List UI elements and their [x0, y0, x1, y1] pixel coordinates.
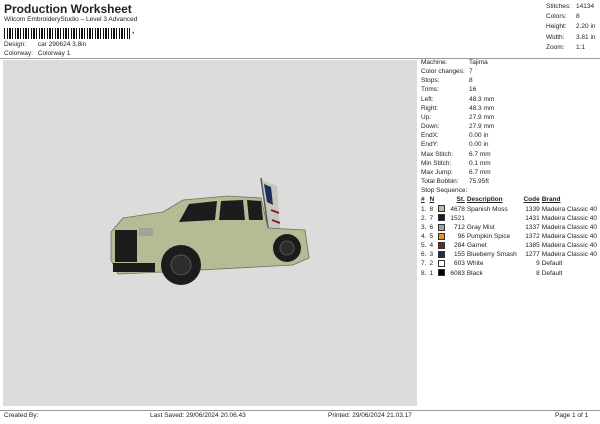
stop-sequence-row: 3. 6 712 Gray Mist 1337 Madeira Classic 40	[421, 223, 597, 231]
colorway-row: Colorway: Colorway 1	[4, 50, 70, 57]
machine-info-row: Trims: 16	[421, 86, 477, 94]
stop-sequence-header: # N St. Description Code Brand	[421, 196, 561, 204]
machine-info-row: Machine: Tajima	[421, 59, 488, 66]
last-saved: Last Saved: 29/06/2024 20.06.43	[150, 412, 246, 419]
stop-sequence-row: 7. 2 603 White 9 Default	[421, 260, 563, 268]
machine-info-row: Max Stitch: 6.7 mm	[421, 150, 491, 158]
colorway-label: Colorway:	[4, 50, 33, 57]
machine-info-row: Up: 27.9 mm	[421, 113, 495, 121]
printed-date: Printed: 29/06/2024 21.03.17	[328, 412, 412, 419]
stat-row: Colors: 8	[546, 13, 580, 21]
stop-sequence-row: 1. 8 4678 Spanish Moss 1339 Madeira Classic 4…	[421, 205, 597, 213]
stop-sequence-row: 5. 4 284 Garnet 1385 Madeira Classic 40	[421, 241, 597, 250]
color-swatch	[437, 241, 445, 249]
stop-sequence-row: 4. 5 96 Pumpkin Spice 1372 Madeira Classic 40	[421, 232, 597, 240]
design-label: Design:	[4, 41, 27, 48]
truck-embroidery-image	[110, 177, 310, 285]
machine-info-row: EndX: 0.00 in	[421, 132, 489, 140]
stop-sequence-label: Stop Sequence:	[421, 187, 468, 195]
stop-sequence-row: 6. 3 155 Blueberry Smash 1277 Madeira Classic…	[421, 251, 597, 259]
design-row: Design: car 290624 3,8in	[4, 41, 86, 48]
design-stats: Stitches: 14134 Colors: 8 Height: 2.20 in W…	[546, 2, 596, 53]
color-swatch	[437, 251, 445, 259]
stat-row: Stitches: 14134	[546, 3, 595, 10]
color-swatch	[437, 223, 445, 231]
machine-info-row: Min Stitch: 0.1 mm	[421, 159, 491, 167]
machine-info-row: Total Bobbin: 75.95ft	[421, 178, 489, 186]
design-value: car 290624 3,8in	[37, 41, 87, 48]
stat-row: Height: 2.20 in	[546, 23, 596, 31]
stat-row: Zoom: 1:1	[546, 43, 586, 51]
color-swatch	[437, 205, 445, 213]
machine-info-panel: Machine: Tajima Color changes: 7 Stops: 8 Trim…	[421, 58, 597, 278]
machine-info-row: Left: 48.3 mm	[421, 95, 495, 103]
page-number: Page 1 of 1	[555, 412, 589, 419]
stop-sequence-row: 2. 7 1521 1431 Madeira Classic 40	[421, 214, 597, 222]
footer-divider	[0, 410, 600, 411]
color-swatch	[437, 260, 445, 268]
machine-info-row: EndY: 0.00 in	[421, 141, 489, 149]
stop-sequence-table: # N St. Description Code Brand 1. 8 4678 Sp…	[421, 195, 597, 277]
machine-info-row: Max Jump: 6.7 mm	[421, 168, 491, 176]
colorway-value: Colorway 1	[37, 50, 71, 57]
barcode-mark: ,	[132, 26, 135, 35]
barcode	[4, 26, 131, 39]
created-by: Created By:	[4, 412, 39, 419]
page-title: Production Worksheet	[4, 2, 132, 16]
machine-info-row: Down: 27.9 mm	[421, 123, 495, 131]
design-preview	[3, 60, 417, 406]
stat-row: Width: 3.81 in	[546, 33, 596, 41]
stop-sequence-row: 8. 1 6083 Black 8 Default	[421, 269, 563, 277]
color-swatch	[437, 214, 445, 222]
machine-info-row: Right: 48.3 mm	[421, 104, 495, 112]
software-subtitle: Wilcom EmbroideryStudio – Level 3 Advanc…	[4, 16, 138, 23]
color-swatch	[437, 269, 445, 277]
machine-info-row: Stops: 8	[421, 77, 473, 85]
machine-info-row: Color changes: 7	[421, 68, 473, 76]
color-swatch	[437, 232, 445, 240]
